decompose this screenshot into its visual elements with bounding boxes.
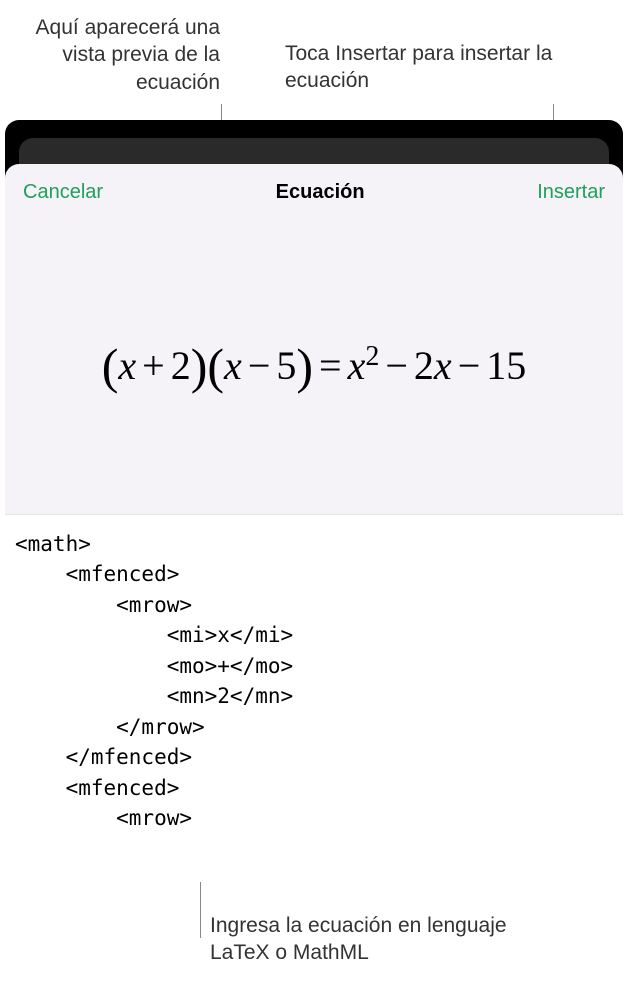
callout-preview: Aquí aparecerá una vista previa de la ec… — [0, 14, 220, 96]
equation-dialog: Cancelar Ecuación Insertar (x+2)(x−5)=x2… — [5, 164, 623, 882]
num-2: 2 — [414, 343, 434, 388]
minus-op: − — [452, 343, 487, 388]
num-15: 15 — [486, 343, 526, 388]
exponent: 2 — [365, 341, 379, 372]
right-paren-icon: ) — [191, 338, 208, 394]
equals-op: = — [313, 343, 348, 388]
callout-insert: Toca Insertar para insertar la ecuación — [285, 40, 575, 95]
phone-frame: Cancelar Ecuación Insertar (x+2)(x−5)=x2… — [5, 120, 623, 882]
callout-input: Ingresa la ecuación en lenguaje LaTeX o … — [210, 912, 560, 967]
var-x: x — [224, 343, 242, 388]
minus-op: − — [379, 343, 414, 388]
minus-op: − — [242, 343, 277, 388]
equation-preview-area: (x+2)(x−5)=x2−2x−15 — [5, 218, 623, 514]
left-paren-icon: ( — [207, 338, 224, 394]
page-title: Ecuación — [276, 181, 365, 204]
var-x: x — [348, 343, 366, 388]
left-paren-icon: ( — [102, 338, 119, 394]
num-2: 2 — [171, 343, 191, 388]
right-paren-icon: ) — [296, 338, 313, 394]
var-x: x — [434, 343, 452, 388]
var-x: x — [118, 343, 136, 388]
equation-code-input[interactable]: <math> <mfenced> <mrow> <mi>x</mi> <mo>+… — [5, 514, 623, 882]
dialog-header: Cancelar Ecuación Insertar — [5, 164, 623, 218]
plus-op: + — [136, 343, 171, 388]
num-5: 5 — [276, 343, 296, 388]
equation-preview: (x+2)(x−5)=x2−2x−15 — [102, 337, 527, 395]
insert-button[interactable]: Insertar — [537, 181, 605, 204]
cancel-button[interactable]: Cancelar — [23, 181, 103, 204]
